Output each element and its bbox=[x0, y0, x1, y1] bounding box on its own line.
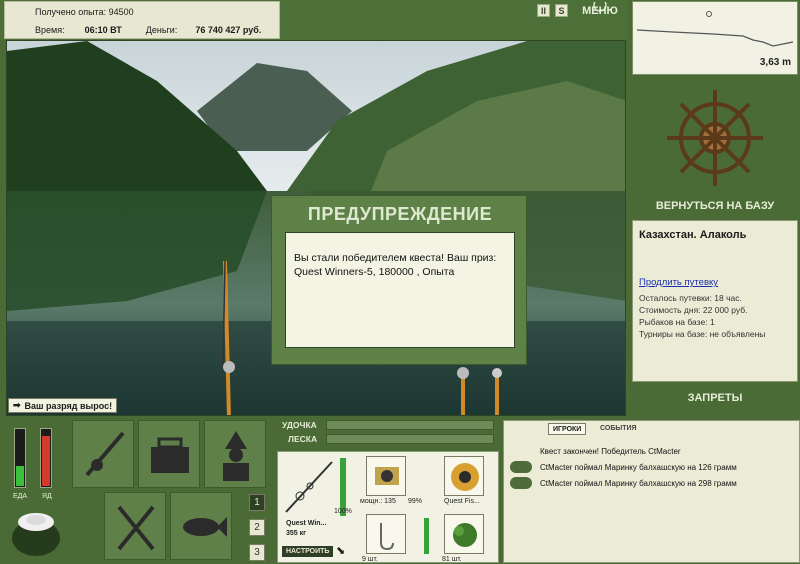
line-bar-label: ЛЕСКА bbox=[288, 434, 318, 444]
location-panel: Казахстан. Алаколь Продлить путевку Оста… bbox=[632, 220, 798, 382]
settings-icon[interactable]: S bbox=[555, 4, 568, 17]
hooks-count: 9 шт. bbox=[362, 556, 378, 563]
fish-icon bbox=[510, 477, 532, 489]
poison-label: ЯД bbox=[42, 493, 52, 500]
depth-chart: 3,63 m bbox=[632, 1, 798, 75]
rod-weight: 355 кг bbox=[286, 530, 307, 537]
rod-bar-label: УДОЧКА bbox=[282, 420, 317, 430]
pot-icon[interactable] bbox=[8, 508, 64, 560]
menu-label: МЕНЮ bbox=[582, 5, 618, 17]
permit-remaining: Осталось путевки: 18 час. bbox=[639, 293, 742, 303]
event-line-2: CtMacter поймал Маринку балхашскую на 12… bbox=[540, 463, 737, 472]
tackle-panel: 100% Quest Win... 355 кг НАСТРОИТЬ ⬊ мощ… bbox=[277, 451, 499, 563]
hook-slot[interactable] bbox=[366, 514, 406, 554]
tab-players[interactable]: ИГРОКИ bbox=[548, 423, 587, 435]
fisherman-icon[interactable] bbox=[204, 420, 266, 488]
bait-level-bar bbox=[424, 518, 429, 554]
dialog-title: ПРЕДУПРЕЖДЕНИЕ bbox=[307, 204, 493, 224]
money-value: 76 740 427 руб. bbox=[195, 25, 262, 35]
food-label: ЕДА bbox=[13, 493, 28, 500]
depth-value: 3,63 m bbox=[759, 57, 791, 68]
arrow-icon: ➡ bbox=[13, 400, 21, 410]
warning-dialog[interactable]: ПРЕДУПРЕЖДЕНИЕ Вы стали победителем квес… bbox=[271, 195, 527, 365]
rod-image[interactable] bbox=[282, 456, 336, 516]
line-tension-bar bbox=[326, 434, 494, 444]
bans-button[interactable]: ЗАПРЕТЫ bbox=[630, 392, 800, 410]
rank-up-notice[interactable]: ➡ Ваш разряд вырос! bbox=[8, 398, 118, 413]
poison-fill bbox=[42, 436, 50, 486]
bait-count: 81 шт. bbox=[442, 556, 462, 563]
extend-permit-link[interactable]: Продлить путевку bbox=[639, 277, 718, 288]
bait-slot[interactable] bbox=[444, 514, 484, 554]
rod-durability-pct: 100% bbox=[334, 508, 352, 515]
time-label: Время: bbox=[35, 25, 65, 35]
reel-condition: 99% bbox=[408, 498, 423, 505]
rod-icon[interactable] bbox=[72, 420, 134, 488]
ship-wheel-icon[interactable] bbox=[630, 78, 800, 208]
experience-label: Получено опыта: 94500 bbox=[35, 7, 134, 17]
reel-slot[interactable] bbox=[366, 456, 406, 496]
rank-up-text: Ваш разряд вырос! bbox=[24, 400, 113, 411]
events-panel: ИГРОКИ СОБЫТИЯ Квест закончен! Победител… bbox=[503, 420, 800, 563]
event-line-1: Квест закончен! Победитель CtMacter bbox=[540, 447, 681, 456]
time-value: 06:10 ВТ bbox=[84, 25, 122, 35]
line-name: Quest Fis... bbox=[444, 498, 480, 505]
setup-button[interactable]: НАСТРОИТЬ bbox=[282, 546, 334, 557]
cutlery-icon[interactable] bbox=[104, 492, 166, 560]
return-to-base-button[interactable]: ВЕРНУТЬСЯ НА БАЗУ bbox=[630, 196, 800, 216]
food-meter bbox=[14, 428, 26, 488]
slot-button-1[interactable]: 1 bbox=[249, 494, 265, 511]
player-stats: Получено опыта: 94500 Время: 06:10 ВТ Де… bbox=[4, 1, 280, 39]
event-line-3: CtMacter поймал Маринку балхашскую на 29… bbox=[540, 479, 737, 488]
dialog-message: Вы стали победителем квеста! Ваш приз: Q… bbox=[285, 232, 515, 348]
tackle-box-icon[interactable] bbox=[138, 420, 200, 488]
location-name: Казахстан. Алаколь bbox=[639, 229, 747, 241]
food-fill bbox=[16, 466, 24, 486]
day-cost: Стоимость дня: 22 000 руб. bbox=[639, 305, 748, 315]
line-spool-slot[interactable] bbox=[444, 456, 484, 496]
resize-arrow-icon[interactable]: ⬊ bbox=[336, 544, 345, 557]
anglers-count: Рыбаков на базе: 1 bbox=[639, 317, 715, 327]
fish-icon[interactable] bbox=[170, 492, 232, 560]
slot-button-2[interactable]: 2 bbox=[249, 519, 265, 536]
rod-tension-bar bbox=[326, 420, 494, 430]
tournaments-status: Турниры на базе: не объявлены bbox=[639, 329, 766, 339]
rod-name: Quest Win... bbox=[286, 520, 327, 527]
reel-power: мощн.: 135 bbox=[360, 498, 396, 505]
fish-icon bbox=[510, 461, 532, 473]
pause-icon[interactable]: II bbox=[537, 4, 550, 17]
money-label: Деньги: bbox=[145, 25, 178, 35]
menu-button[interactable]: МЕНЮ bbox=[580, 2, 620, 20]
tab-events[interactable]: СОБЫТИЯ bbox=[596, 423, 641, 435]
poison-meter bbox=[40, 428, 52, 488]
slot-button-3[interactable]: 3 bbox=[249, 544, 265, 561]
